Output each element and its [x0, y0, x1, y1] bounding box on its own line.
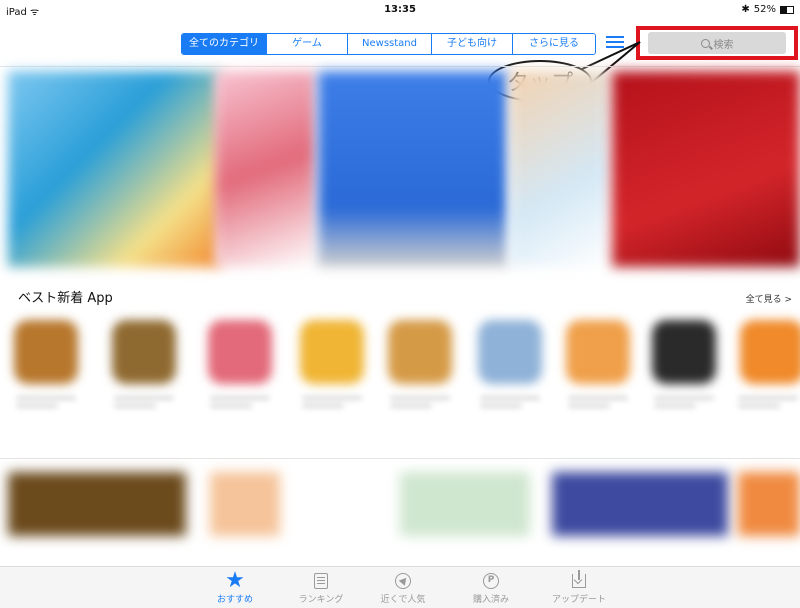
app-label-placeholder	[480, 396, 540, 418]
tab-label: 近くで人気	[380, 595, 426, 605]
section-title: ベスト新着 App	[18, 291, 113, 306]
see-all-link[interactable]: 全て見る >	[746, 292, 792, 305]
feature-card[interactable]	[738, 472, 800, 536]
featured-banner-4[interactable]	[510, 71, 608, 267]
app-label-placeholder	[16, 396, 76, 418]
app-icon[interactable]	[208, 320, 272, 384]
app-icon[interactable]	[566, 320, 630, 384]
featured-banner-3[interactable]	[318, 71, 508, 267]
tab-bar: ★ おすすめ ランキング 近くで人気 P 購入済み アップデート	[0, 566, 800, 608]
tab-label: アップデート	[551, 595, 606, 605]
app-label-placeholder	[568, 396, 628, 418]
feature-card[interactable]	[210, 472, 280, 536]
purchased-icon: P	[483, 573, 499, 589]
featured-banner-2[interactable]	[215, 71, 315, 267]
update-icon	[572, 570, 586, 588]
location-icon	[395, 573, 411, 589]
app-label-placeholder	[738, 396, 798, 418]
section-divider	[0, 458, 800, 459]
app-label-placeholder	[302, 396, 362, 418]
app-label-placeholder	[654, 396, 714, 418]
feature-card[interactable]	[552, 472, 728, 536]
featured-banner-1[interactable]	[8, 71, 220, 267]
app-icon[interactable]	[740, 320, 800, 384]
app-icon[interactable]	[652, 320, 716, 384]
tab-label: おすすめ	[216, 595, 253, 605]
feature-card[interactable]	[400, 472, 530, 536]
tab-featured[interactable]: ★ おすすめ	[200, 568, 270, 606]
star-icon: ★	[225, 568, 245, 593]
app-icon[interactable]	[14, 320, 78, 384]
tab-ranking[interactable]: ランキング	[286, 570, 356, 605]
tab-updates[interactable]: アップデート	[544, 570, 614, 605]
app-icon[interactable]	[388, 320, 452, 384]
list-icon	[314, 573, 328, 589]
tab-label: 購入済み	[472, 595, 509, 605]
app-icon[interactable]	[112, 320, 176, 384]
tab-purchased[interactable]: P 購入済み	[456, 570, 526, 605]
app-icon[interactable]	[478, 320, 542, 384]
tab-near-me[interactable]: 近くで人気	[368, 570, 438, 605]
app-label-placeholder	[210, 396, 270, 418]
app-label-placeholder	[390, 396, 450, 418]
app-label-placeholder	[114, 396, 174, 418]
featured-banner-5[interactable]	[612, 71, 800, 267]
app-icon[interactable]	[300, 320, 364, 384]
tab-label: ランキング	[298, 595, 344, 605]
header-divider	[0, 66, 800, 67]
feature-card[interactable]	[8, 472, 186, 536]
